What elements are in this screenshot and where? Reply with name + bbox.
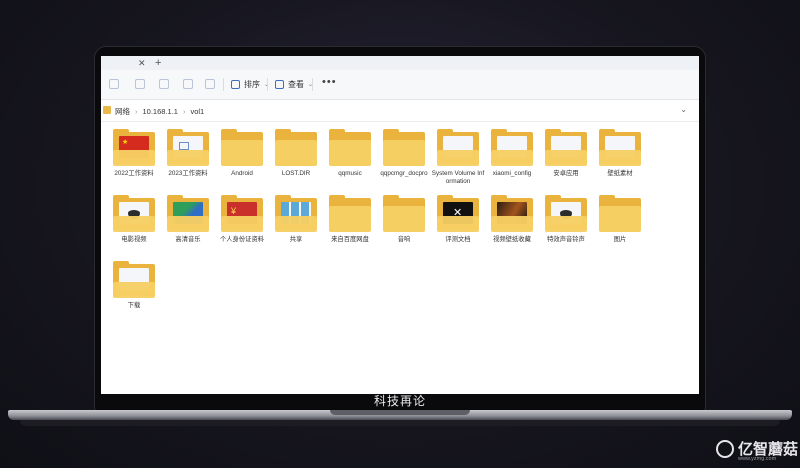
folder-icon [491,195,533,232]
folder-item[interactable]: 壁纸素材 [593,129,647,178]
folder-label: 电影视频 [121,236,147,243]
breadcrumb-item[interactable]: vol1 [190,107,204,116]
folder-icon [275,195,317,232]
folder-label: qqpcmgr_docpro [380,170,428,177]
folder-item[interactable]: ¥ 个人身份证资料 [215,195,269,244]
folder-item[interactable]: 视频壁纸收藏 [485,195,539,244]
laptop-notch [330,410,470,415]
folder-item[interactable]: 音响 [377,195,431,244]
breadcrumb-item[interactable]: 网络 [115,106,130,117]
folder-icon [275,129,317,166]
folder-label: 音响 [397,236,411,243]
folder-icon: ¥ [221,195,263,232]
folder-item[interactable]: 来自百度网盘 [323,195,377,244]
folder-icon [491,129,533,166]
breadcrumb-separator: › [135,107,138,116]
folder-icon: ✕ [437,195,479,232]
folder-item[interactable]: ★ 2022工作资料 [107,129,161,178]
sort-label: 排序 [244,80,260,89]
toolbar-divider [223,78,224,91]
folder-item[interactable]: LOST.DIR [269,129,323,178]
folder-item[interactable]: 特效声音铃声 [539,195,593,244]
sort-button[interactable]: 排序 ⌄ [231,79,269,90]
more-options-button[interactable]: ••• [322,76,337,88]
folder-label: System Volume Information [431,170,485,185]
folder-label: 2023工作资料 [168,170,208,177]
folder-label: qqmusic [338,170,362,177]
folder-item[interactable]: Android [215,129,269,178]
folder-item[interactable]: ✕ 评测文档 [431,195,485,244]
folder-item[interactable]: 安卓应用 [539,129,593,178]
folder-label: xiaomi_config [492,170,532,177]
folder-icon [167,129,209,166]
folder-label: Android [231,170,253,177]
folder-icon [383,195,425,232]
folder-icon [599,129,641,166]
breadcrumb-separator: › [182,107,186,116]
mushroom-logo-icon [716,439,734,458]
folder-item[interactable]: 图片 [593,195,647,244]
folder-icon [383,129,425,166]
folder-item[interactable]: 电影视频 [107,195,161,244]
address-chevron-icon[interactable]: ⌄ [680,105,687,114]
watermark-url: www.yzmg.com [738,456,777,462]
folder-icon [329,129,371,166]
folder-label: 评测文档 [445,236,471,243]
folder-label: LOST.DIR [281,170,311,177]
folder-icon [545,129,587,166]
video-caption: 科技再论 [373,394,426,408]
folder-label: 高清音乐 [175,236,201,243]
folder-label: 来自百度网盘 [331,236,369,243]
paste-icon[interactable] [159,79,169,89]
folder-item[interactable]: 共享 [269,195,323,244]
folder-icon [221,129,263,166]
folder-label: 安卓应用 [553,170,579,177]
folder-label: 壁纸素材 [607,170,633,177]
copy-icon[interactable] [135,79,145,89]
folder-icon [113,195,155,232]
folder-icon [167,195,209,232]
network-folder-icon [103,106,111,114]
folder-icon [437,129,479,166]
folder-item[interactable]: 2023工作资料 [161,129,215,178]
laptop-base-shadow [20,420,780,426]
view-button[interactable]: 查看 ⌄ [275,79,313,90]
address-bar[interactable]: 网络 › 10.168.1.1 › vol1 ⌄ [101,100,699,122]
folder-icon [329,195,371,232]
share-icon[interactable] [183,79,193,89]
close-tab-icon[interactable]: ✕ [138,58,146,69]
folder-item[interactable]: qqmusic [323,129,377,178]
folder-label: 图片 [613,236,627,243]
new-tab-icon[interactable]: + [155,57,161,69]
folder-label: 2022工作资料 [114,170,154,177]
toolbar-divider [267,78,268,91]
sort-icon [231,80,240,89]
folder-icon: ★ [113,129,155,166]
tab-strip: ✕ + [101,56,699,70]
folder-label: 特效声音铃声 [547,236,585,243]
folder-label: 下载 [127,302,141,309]
view-label: 查看 [288,80,304,89]
view-icon [275,80,284,89]
delete-icon[interactable] [205,79,215,89]
cut-icon[interactable] [109,79,119,89]
folder-item[interactable]: 高清音乐 [161,195,215,244]
toolbar-divider [312,78,313,91]
command-bar: 排序 ⌄ 查看 ⌄ ••• [101,70,699,100]
folder-item[interactable]: System Volume Information [431,129,485,186]
folder-item[interactable]: 下载 [107,261,161,310]
breadcrumb: 网络 › 10.168.1.1 › vol1 [115,106,204,117]
folder-icon [545,195,587,232]
file-explorer-window: ✕ + 排序 ⌄ 查看 ⌄ ••• 网络 › 10.168.1.1 › vol1 [101,56,699,394]
breadcrumb-item[interactable]: 10.168.1.1 [143,107,178,116]
folder-icon [113,261,155,298]
folder-item[interactable]: xiaomi_config [485,129,539,178]
folder-icon [599,195,641,232]
folder-label: 共享 [289,236,303,243]
folder-label: 个人身份证资料 [219,236,265,243]
folder-item[interactable]: qqpcmgr_docpro [377,129,431,178]
folder-label: 视频壁纸收藏 [493,236,531,243]
